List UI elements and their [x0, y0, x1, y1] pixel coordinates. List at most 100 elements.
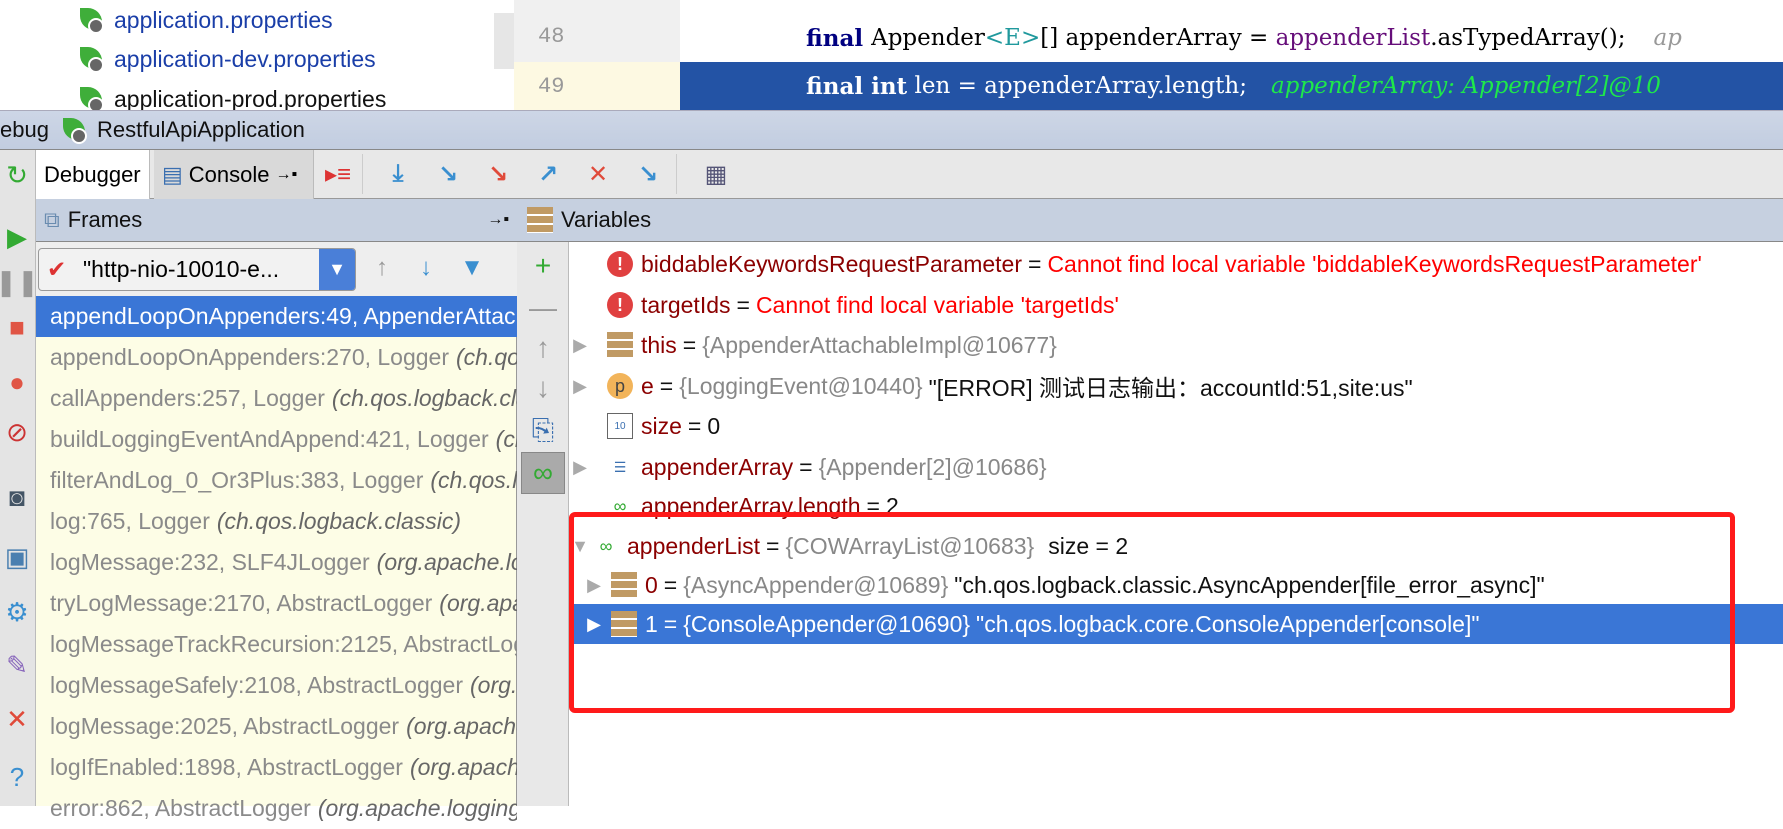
variables-icon — [527, 207, 553, 233]
remove-watch-button[interactable]: — — [525, 290, 561, 326]
pause-icon[interactable]: ❚❚ — [0, 265, 39, 299]
evaluate-expression-button[interactable]: ▦ — [700, 158, 732, 190]
frame-item[interactable]: error:862, AbstractLogger (org.apache.log… — [36, 788, 517, 829]
mute-breakpoints-icon[interactable]: ⊘ — [0, 415, 34, 449]
step-out-button[interactable]: ↗ — [532, 158, 564, 190]
chevron-down-icon: ▼ — [319, 249, 355, 290]
frame-method: log:765, Logger — [50, 508, 210, 534]
variable-row-selected[interactable]: ▶ 1 = {ConsoleAppender@10690} "ch.qos.logbac… — [569, 604, 1783, 644]
pin-icon[interactable]: →▪ — [487, 211, 509, 229]
collapse-icon: ▼ — [571, 535, 589, 556]
variable-row[interactable]: ▶ p e = {LoggingEvent@10440} "[ERROR] 测试日志输出：… — [569, 366, 1783, 406]
spring-properties-icon — [78, 85, 106, 113]
settings-icon[interactable]: ⚙ — [0, 595, 34, 629]
variable-row[interactable]: 10 size = 0 — [569, 406, 1783, 446]
stop-icon[interactable]: ■ — [0, 310, 34, 344]
force-step-into-button[interactable]: ↘ — [482, 158, 514, 190]
copy-button[interactable]: ⎘ — [525, 412, 561, 448]
drop-frame-button[interactable]: ✕ — [582, 158, 614, 190]
thread-selector[interactable]: ✔ "http-nio-10010-e... ▼ — [38, 248, 356, 291]
variable-row[interactable]: ! targetIds = Cannot find local variable 't… — [569, 285, 1783, 325]
frame-item[interactable]: buildLoggingEventAndAppend:421, Logger (c… — [36, 419, 517, 460]
camera-icon[interactable]: ◙ — [0, 480, 34, 514]
watch-row[interactable]: ∞ appenderArray.length = 2 — [569, 486, 1783, 526]
frame-item[interactable]: filterAndLog_0_Or3Plus:383, Logger (ch.qo… — [36, 460, 517, 501]
array-icon: ☰ — [613, 458, 627, 475]
rerun-icon[interactable]: ↻ — [0, 158, 34, 192]
frame-item[interactable]: logMessage:2025, AbstractLogger (org.apac… — [36, 706, 517, 747]
expand-icon: ▶ — [587, 574, 601, 595]
frame-package: (org.apache.logging.log4j.spi) — [439, 590, 517, 616]
frame-item[interactable]: callAppenders:257, Logger (ch.qos.logback… — [36, 378, 517, 419]
frame-package: (org.apache) — [470, 672, 517, 698]
frames-header: ⧉ Frames →▪ — [36, 199, 517, 242]
pin-icon: →▪ — [275, 165, 298, 183]
frame-item[interactable]: logMessageSafely:2108, AbstractLogger (or… — [36, 665, 517, 706]
field-icon — [611, 611, 637, 637]
frame-item[interactable]: logIfEnabled:1898, AbstractLogger (org.ap… — [36, 747, 517, 788]
editor-gutter: 48 49 — [514, 0, 680, 110]
step-over-button[interactable]: ⤓ — [382, 158, 414, 190]
variable-row[interactable]: ▶ this = {AppenderAttachableImpl@10677} — [569, 325, 1783, 365]
code-line-49-current: final int len = appenderArray.length; app… — [680, 62, 1783, 110]
expand-icon: ▶ — [573, 456, 587, 477]
pin-tab-icon[interactable]: ✎ — [0, 648, 34, 682]
frames-panel: ✔ "http-nio-10010-e... ▼ ↑ ↓ ▼ appendLoo… — [36, 242, 517, 821]
variable-row[interactable]: ▶ 0 = {AsyncAppender@10689} "ch.qos.logback.… — [569, 565, 1783, 605]
debug-toolbar: Debugger ▤ Console →▪ ▸≡ ⤓ ↘ ↘ ↗ ✕ ↘ ▦ — [0, 150, 1783, 199]
error-icon: ! — [607, 292, 633, 318]
frame-item[interactable]: logMessage:232, SLF4JLogger (org.apache.l… — [36, 542, 517, 583]
frame-package: (ch.qos.logback.classic) — [216, 508, 462, 534]
frame-method: appendLoopOnAppenders:49, AppenderAttach… — [50, 303, 517, 329]
filter-frames-button[interactable]: ▼ — [456, 252, 488, 284]
watch-icon: ∞ — [613, 495, 627, 516]
frame-item[interactable]: appendLoopOnAppenders:270, Logger(ch.qos… — [36, 337, 517, 378]
help-icon[interactable]: ? — [0, 760, 34, 794]
variable-row[interactable]: ! biddableKeywordsRequestParameter = Cannot… — [569, 244, 1783, 284]
resume-icon[interactable]: ▶ — [0, 220, 34, 254]
frame-item[interactable]: tryLogMessage:2170, AbstractLogger (org.a… — [36, 583, 517, 624]
project-tree: application.properties application-dev.p… — [0, 0, 514, 119]
previous-frame-button[interactable]: ↑ — [366, 252, 398, 284]
debug-side-toolbar: ↻ ▶ ❚❚ ■ ● ⊘ ◙ ▣ ⚙ ✎ ✕ ? — [0, 150, 39, 806]
frame-package: (ch.qos.logback.classic) — [495, 426, 517, 452]
tree-scrollbar[interactable] — [494, 13, 514, 69]
line-number: 48 — [538, 24, 565, 49]
frame-package: (ch.qos.logback.classic) — [456, 344, 517, 370]
variable-row[interactable]: ▶ ☰ appenderArray = {Appender[2]@10686} — [569, 447, 1783, 487]
tree-item-application-dev-properties[interactable]: application-dev.properties — [78, 39, 376, 79]
code-line-48: final Appender <E>[] appenderArray = appe… — [806, 24, 1682, 52]
tab-console[interactable]: ▤ Console →▪ — [154, 150, 314, 199]
show-watches-toggle[interactable]: ∞ — [521, 452, 565, 494]
frame-item[interactable]: log:765, Logger (ch.qos.logback.classic) — [36, 501, 517, 542]
code-editor[interactable]: final Appender <E>[] appenderArray = appe… — [680, 0, 1783, 110]
variables-tree: ! biddableKeywordsRequestParameter = Cannot… — [569, 242, 1783, 806]
spring-properties-icon — [78, 45, 106, 73]
step-into-button[interactable]: ↘ — [432, 158, 464, 190]
run-to-cursor-button[interactable]: ↘ — [632, 158, 664, 190]
tree-item-application-properties[interactable]: application.properties — [78, 0, 333, 40]
move-down-button[interactable]: ↓ — [525, 370, 561, 406]
frame-item-selected[interactable]: appendLoopOnAppenders:49, AppenderAttach… — [36, 296, 517, 337]
frame-method: logMessageTrackRecursion:2125, AbstractL… — [50, 631, 517, 657]
frame-item[interactable]: logMessageTrackRecursion:2125, AbstractL… — [36, 624, 517, 665]
watch-row[interactable]: ▼ ∞ appenderList = {COWArrayList@10683} size … — [569, 526, 1783, 566]
frame-method: buildLoggingEventAndAppend:421, Logger — [50, 426, 489, 452]
tab-debugger[interactable]: Debugger — [36, 150, 150, 199]
close-icon[interactable]: ✕ — [0, 702, 34, 736]
restore-layout-icon[interactable]: ▣ — [0, 540, 34, 574]
frame-method: filterAndLog_0_Or3Plus:383, Logger — [50, 467, 424, 493]
move-up-button[interactable]: ↑ — [525, 330, 561, 366]
error-icon: ! — [607, 251, 633, 277]
add-watch-button[interactable]: + — [525, 248, 561, 284]
next-frame-button[interactable]: ↓ — [410, 252, 442, 284]
view-breakpoints-icon[interactable]: ● — [0, 365, 34, 399]
show-execution-point-button[interactable]: ▸≡ — [322, 158, 354, 190]
frame-package: (ch.qos.logback.classic) — [430, 467, 517, 493]
frame-method: logMessage:232, SLF4JLogger — [50, 549, 370, 575]
frames-icon: ⧉ — [44, 207, 60, 232]
spring-properties-icon — [78, 6, 106, 34]
frame-method: logIfEnabled:1898, AbstractLogger — [50, 754, 403, 780]
frame-package: (ch.qos.logback.classic) — [331, 385, 517, 411]
line-number: 49 — [538, 74, 565, 99]
